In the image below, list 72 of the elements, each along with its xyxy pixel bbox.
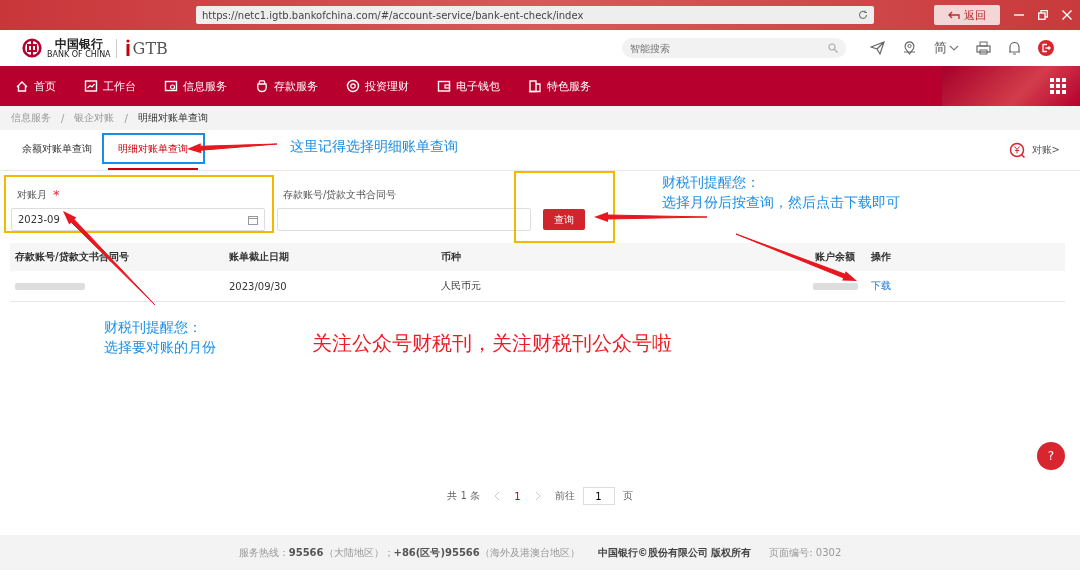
search-icon[interactable] <box>828 43 838 53</box>
annotation-text: 选择要对账的月份 <box>104 338 216 358</box>
bag-icon <box>255 79 269 93</box>
help-button[interactable]: ? <box>1037 442 1065 470</box>
house-icon <box>15 79 29 93</box>
nav-item[interactable]: 工作台 <box>84 78 136 94</box>
annotation-text: 选择月份后按查询，然后点击下载即可 <box>662 193 900 213</box>
coin-icon <box>346 79 360 93</box>
nav-item[interactable]: 特色服务 <box>528 78 591 94</box>
card-search-icon <box>164 79 178 93</box>
annotation-text: 财税刊提醒您： <box>662 173 761 192</box>
redacted-block <box>15 282 85 290</box>
nav-item[interactable]: 存款服务 <box>255 78 318 94</box>
column-header: 币种 <box>441 250 462 264</box>
search-field[interactable]: 智能搜索 <box>622 38 846 58</box>
building-icon <box>528 79 542 93</box>
breadcrumb-separator: / <box>124 112 128 124</box>
table-cell-text: 人民币元 <box>441 279 482 293</box>
column-header: 操作 <box>870 250 892 264</box>
paper-plane-icon[interactable] <box>870 41 885 55</box>
address-bar[interactable]: https://netc1.igtb.bankofchina.com/#/account-service/bank-ent-check/index <box>196 6 874 24</box>
field-label: 对账月 * <box>16 187 61 202</box>
tab[interactable]: 余额对账单查询 <box>12 130 102 170</box>
nav-item[interactable]: 首页 <box>15 78 56 94</box>
bank-name-english: BANK OF CHINA <box>47 49 111 59</box>
yen-search-icon <box>1008 141 1026 159</box>
wallet-icon <box>437 79 451 93</box>
goto-label: 前往 <box>554 489 575 503</box>
nav-item[interactable]: 信息服务 <box>164 78 227 94</box>
page-unit: 页 <box>622 489 633 503</box>
back-button[interactable]: 返回 <box>934 5 1000 25</box>
close-icon[interactable] <box>1062 10 1072 20</box>
printer-icon[interactable] <box>976 41 991 55</box>
required-mark: * <box>53 187 60 202</box>
location-pin-icon[interactable] <box>902 40 917 56</box>
reconcile-link[interactable]: 对账> <box>1002 140 1066 160</box>
restore-icon[interactable] <box>1038 10 1048 20</box>
return-arrow-icon <box>948 10 960 20</box>
product-logo-icon <box>124 39 131 57</box>
breadcrumb-separator: / <box>61 112 65 124</box>
page-code: 页面编号: 0302 <box>769 545 842 560</box>
month-picker-field[interactable]: 2023-09 <box>11 208 265 231</box>
page-number[interactable]: 1 <box>514 490 521 502</box>
field-label: 存款账号/贷款文书合同号 <box>282 188 398 202</box>
query-button[interactable]: 查询 <box>543 209 585 230</box>
product-name: GTB <box>132 38 168 58</box>
copyright-text: 中国银行©股份有限公司 版权所有 <box>597 545 752 560</box>
download-link[interactable]: 下载 <box>871 279 891 293</box>
nav-item[interactable]: 电子钱包 <box>437 78 500 94</box>
bank-logo-icon <box>22 38 42 58</box>
annotation-text: 财税刊提醒您： <box>104 318 203 337</box>
column-header: 账单截止日期 <box>229 250 290 264</box>
total-count: 共 1 条 <box>447 489 481 503</box>
calendar-icon[interactable] <box>248 214 258 225</box>
caret-icon <box>949 45 959 51</box>
refresh-icon[interactable] <box>858 10 868 20</box>
apps-grid-icon[interactable] <box>1050 78 1066 94</box>
account-number-field[interactable] <box>277 208 531 231</box>
nav-item[interactable]: 投资理财 <box>346 78 409 94</box>
logout-icon[interactable] <box>1038 40 1054 56</box>
bell-icon[interactable] <box>1008 41 1021 55</box>
breadcrumb-item: 明细对账单查询 <box>137 111 208 125</box>
annotation-text: 这里记得选择明细账单查询 <box>290 137 458 156</box>
language-selector[interactable]: 简 <box>934 39 959 57</box>
chart-icon <box>84 79 98 93</box>
redacted-block <box>813 282 858 290</box>
hotline-text: 服务热线：95566（大陆地区）；+86(区号)95566（海外及港澳台地区） <box>238 545 580 560</box>
page-input[interactable]: 1 <box>582 487 615 505</box>
promo-text: 关注公众号财税刊，关注财税刊公众号啦 <box>312 330 672 357</box>
table-cell-text: 2023/09/30 <box>229 280 288 292</box>
bank-name: 中国银行 <box>54 37 103 50</box>
column-header: 账户余额 <box>814 250 856 264</box>
